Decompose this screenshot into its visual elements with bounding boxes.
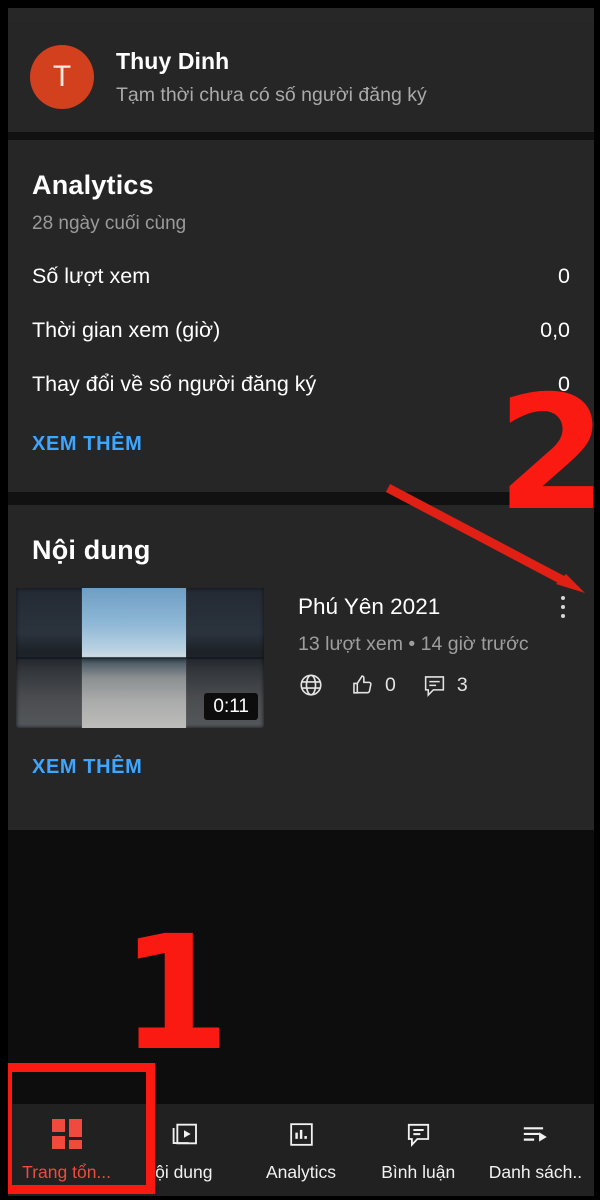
- nav-label-analytics: Analytics: [265, 1162, 337, 1182]
- stat-label-subscribers: Thay đổi về số người đăng ký: [32, 372, 317, 396]
- thumbnail-horizon-line: [16, 657, 264, 660]
- nav-label-playlists: Danh sách..: [488, 1162, 583, 1182]
- nav-item-analytics[interactable]: Analytics: [242, 1104, 359, 1196]
- nav-item-comments[interactable]: Bình luận: [360, 1104, 477, 1196]
- kebab-menu-icon[interactable]: [550, 588, 576, 728]
- analytics-bar-chart-icon: [286, 1117, 317, 1151]
- avatar[interactable]: T: [30, 45, 94, 109]
- content-video-icon: [168, 1117, 200, 1151]
- stat-row: Thời gian xem (giờ) 0,0: [32, 318, 570, 343]
- annotation-arrow: [385, 484, 585, 593]
- stat-row: Thay đổi về số người đăng ký 0: [32, 372, 570, 397]
- analytics-subtitle: 28 ngày cuối cùng: [32, 213, 187, 234]
- globe-icon: [298, 672, 324, 698]
- video-icon-row: 0 3: [298, 672, 550, 698]
- stat-value-watchtime: 0,0: [540, 318, 570, 342]
- stat-label-views: Số lượt xem: [32, 264, 151, 288]
- device-bezel-right: [594, 0, 600, 1200]
- channel-header-card[interactable]: T Thuy Dinh Tạm thời chưa có số người đă…: [8, 22, 594, 132]
- device-bezel-left: [0, 0, 8, 1200]
- video-meta: Phú Yên 2021 13 lượt xem • 14 giờ trước: [298, 588, 550, 728]
- comment-count: 3: [456, 673, 468, 696]
- channel-row[interactable]: T Thuy Dinh Tạm thời chưa có số người đă…: [8, 22, 594, 132]
- section-divider-1: [8, 132, 594, 140]
- content-see-more-button[interactable]: XEM THÊM: [8, 756, 594, 779]
- video-duration-badge: 0:11: [204, 693, 258, 720]
- annotation-highlight-box: [3, 1063, 155, 1194]
- status-bar: [8, 8, 594, 22]
- like-count: 0: [385, 673, 396, 696]
- analytics-see-more-button[interactable]: XEM THÊM: [32, 433, 570, 456]
- comment-bubble-icon: [403, 1117, 434, 1151]
- device-bezel-top: [0, 0, 600, 8]
- nav-label-comments: Bình luận: [381, 1162, 456, 1182]
- stat-value-views: 0: [558, 264, 570, 288]
- channel-subscribers: Tạm thời chưa có số người đăng ký: [116, 83, 427, 106]
- channel-text: Thuy Dinh Tạm thời chưa có số người đăng…: [116, 48, 427, 107]
- video-thumbnail[interactable]: 0:11: [16, 588, 264, 728]
- stat-row: Số lượt xem 0: [32, 264, 570, 289]
- video-stats: 13 lượt xem • 14 giờ trước: [298, 633, 529, 655]
- video-list-item[interactable]: 0:11 Phú Yên 2021 13 lượt xem • 14 giờ t…: [8, 588, 594, 728]
- device-bezel-bottom: [0, 1196, 600, 1200]
- playlist-icon: [519, 1117, 552, 1151]
- thumbs-up-icon: [350, 673, 375, 698]
- annotation-number-1: 1: [120, 902, 230, 1086]
- nav-label-content: ội dung: [155, 1162, 213, 1182]
- channel-name: Thuy Dinh: [116, 47, 230, 74]
- stat-label-watchtime: Thời gian xem (giờ): [32, 318, 221, 342]
- analytics-title: Analytics: [32, 170, 154, 200]
- comment-icon: [422, 673, 447, 698]
- phone-screen: T Thuy Dinh Tạm thời chưa có số người đă…: [0, 0, 600, 1200]
- nav-item-playlists[interactable]: Danh sách..: [477, 1104, 594, 1196]
